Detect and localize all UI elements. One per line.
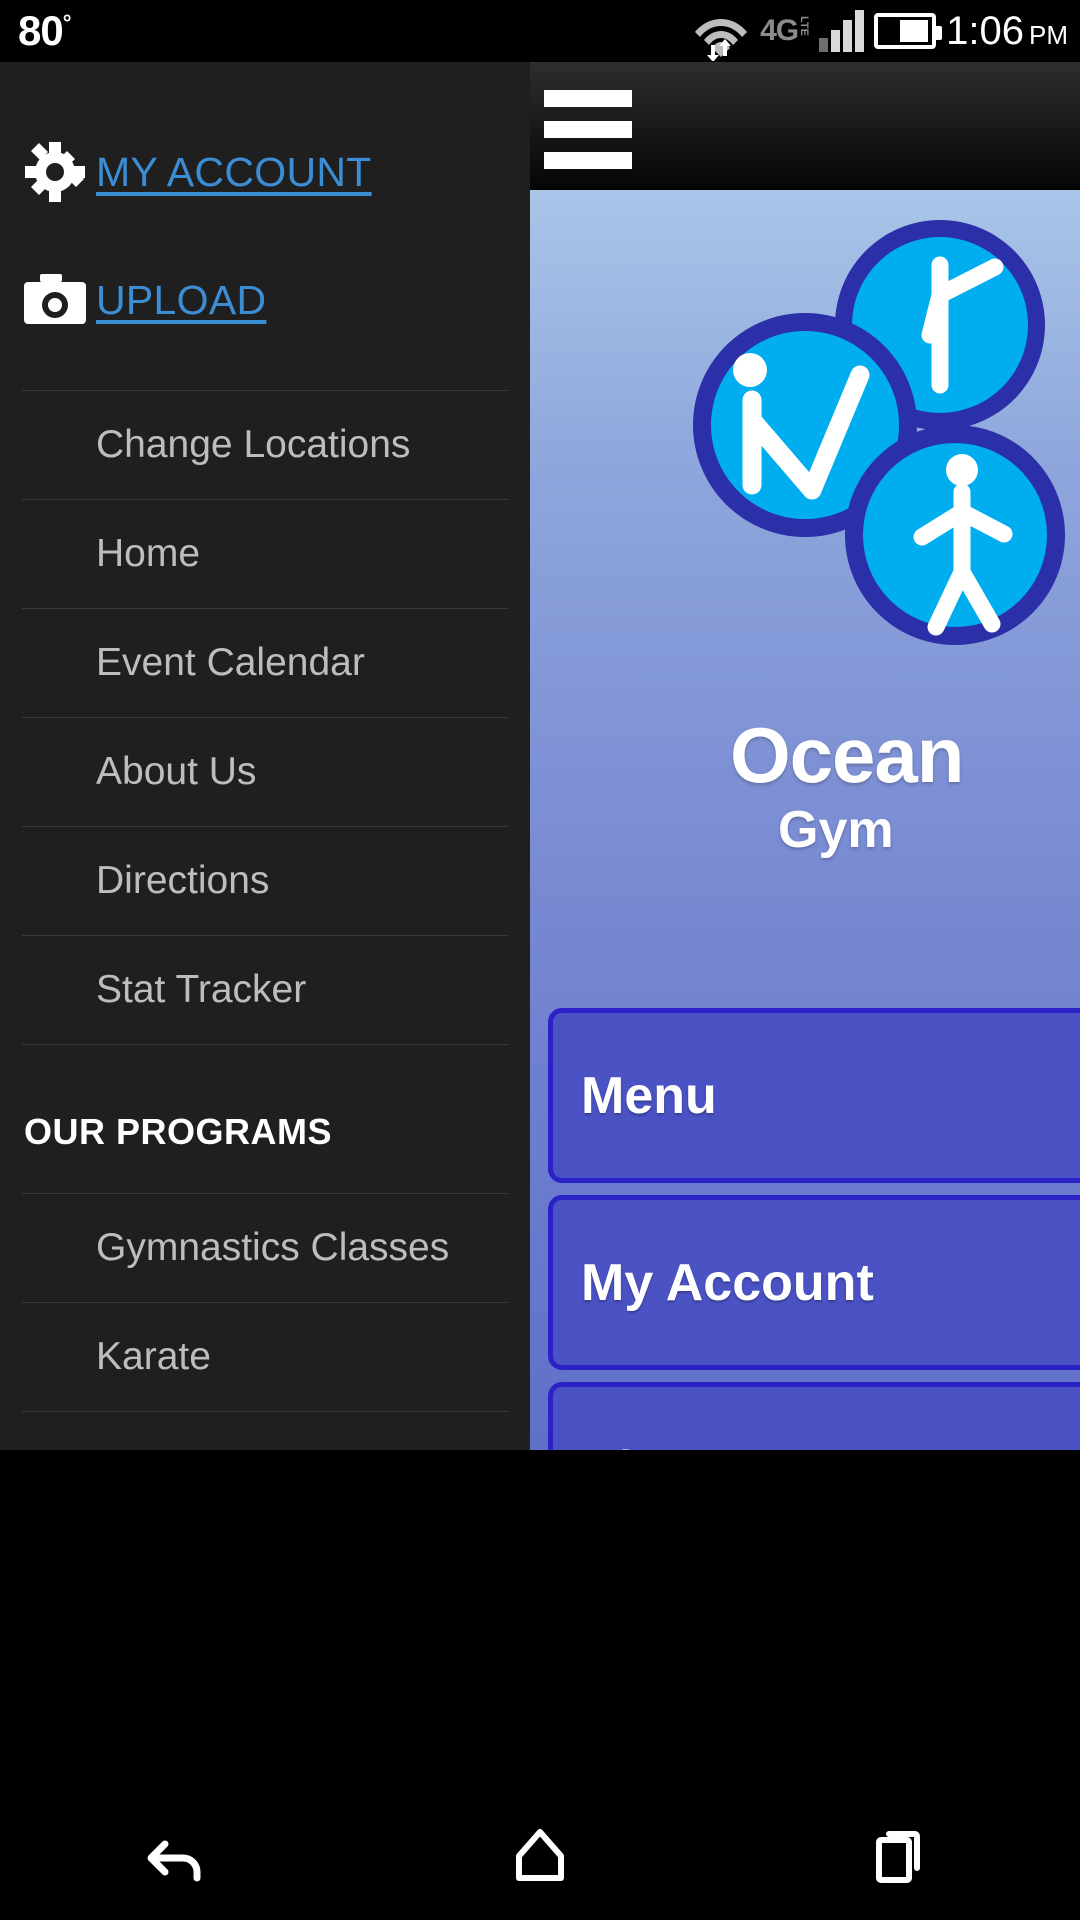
drawer-nav-list: Change Locations Home Event Calendar Abo… bbox=[0, 390, 530, 1045]
status-bar: 80° 4G LTE 1:06 PM bbox=[0, 0, 1080, 62]
sidebar-item-directions[interactable]: Directions bbox=[0, 827, 530, 935]
sidebar-item-karate[interactable]: Karate bbox=[0, 1303, 530, 1411]
recents-icon[interactable] bbox=[720, 1820, 1080, 1890]
signal-bars-icon bbox=[819, 10, 865, 52]
drawer-item-label[interactable]: MY ACCOUNT bbox=[96, 149, 372, 196]
navigation-drawer: MY ACCOUNT UPLOAD Change Locations Home bbox=[0, 62, 530, 1450]
section-header-our-programs: OUR PROGRAMS bbox=[24, 1111, 333, 1152]
sidebar-item-about-us[interactable]: About Us bbox=[0, 718, 530, 826]
sidebar-item-stat-tracker[interactable]: Stat Tracker bbox=[0, 936, 530, 1044]
sidebar-item-home[interactable]: Home bbox=[0, 500, 530, 608]
sidebar-item-event-calendar[interactable]: Event Calendar bbox=[0, 609, 530, 717]
status-icons: 4G LTE 1:06 PM bbox=[692, 0, 1068, 62]
menu-button[interactable]: Menu bbox=[548, 1008, 1080, 1183]
brand-subtitle: Gym bbox=[778, 801, 894, 859]
brand-name: Ocean bbox=[730, 711, 964, 799]
app-content-panel: Ocean Gym Menu My Account Classes bbox=[530, 62, 1080, 1450]
drawer-item-upload[interactable]: UPLOAD bbox=[0, 248, 530, 352]
my-account-button[interactable]: My Account bbox=[548, 1195, 1080, 1370]
classes-button[interactable]: Classes bbox=[548, 1382, 1080, 1450]
sidebar-item-change-locations[interactable]: Change Locations bbox=[0, 391, 530, 499]
wifi-icon bbox=[692, 7, 750, 61]
app-bar bbox=[530, 62, 1080, 190]
temperature-indicator: 80° bbox=[18, 7, 72, 54]
battery-icon bbox=[874, 13, 943, 49]
home-icon[interactable] bbox=[360, 1820, 720, 1890]
camera-icon bbox=[22, 272, 96, 328]
hero-banner: Ocean Gym Menu My Account Classes bbox=[530, 190, 1080, 1450]
drawer-item-my-account[interactable]: MY ACCOUNT bbox=[0, 120, 530, 224]
divider bbox=[22, 1411, 508, 1412]
gymnast-clover-logo-icon bbox=[690, 220, 1080, 675]
drawer-item-label[interactable]: UPLOAD bbox=[96, 277, 266, 324]
phone-screen: 80° 4G LTE 1:06 PM Ocean Gym Menu My Acc… bbox=[0, 0, 1080, 1920]
clock: 1:06 PM bbox=[946, 8, 1068, 53]
back-icon[interactable] bbox=[0, 1818, 360, 1892]
drawer-quick-links: MY ACCOUNT UPLOAD bbox=[0, 62, 530, 352]
system-navigation-bar bbox=[0, 1790, 1080, 1920]
hamburger-menu-icon[interactable] bbox=[544, 90, 632, 183]
sidebar-item-gymnastics-classes[interactable]: Gymnastics Classes bbox=[0, 1194, 530, 1302]
gear-icon bbox=[22, 139, 96, 205]
network-type-indicator: 4G LTE bbox=[760, 14, 811, 47]
drawer-programs-list: Gymnastics Classes Karate bbox=[0, 1193, 530, 1412]
